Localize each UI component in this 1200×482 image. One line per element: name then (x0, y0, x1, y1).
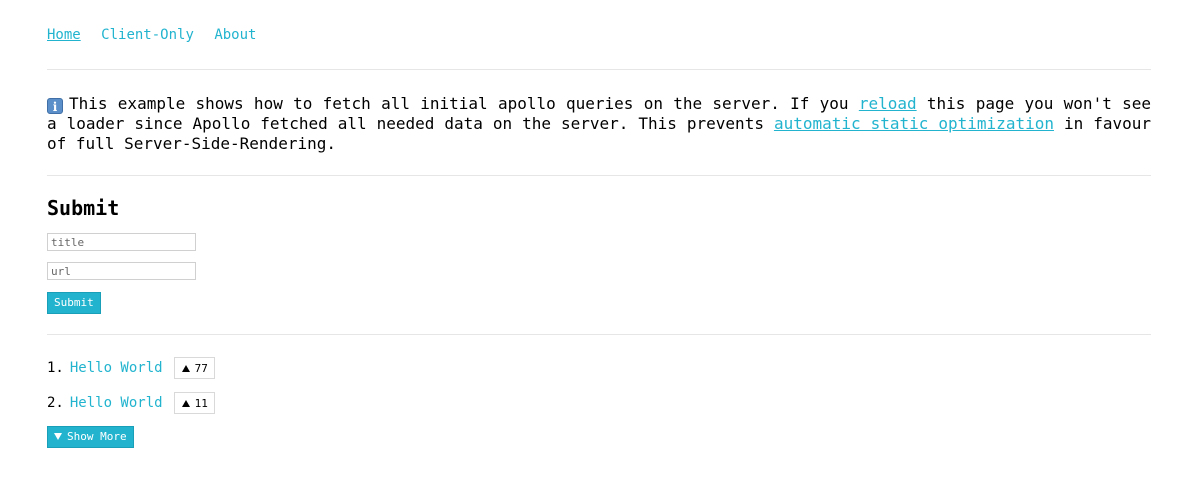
nav-divider (47, 69, 1151, 70)
post-index: 2. (47, 395, 64, 411)
post-title-link[interactable]: Hello World (70, 360, 163, 376)
form-divider (47, 334, 1151, 335)
url-input[interactable] (47, 262, 196, 280)
info-divider (47, 175, 1151, 176)
triangle-down-icon (54, 433, 62, 440)
submit-button[interactable]: Submit (47, 292, 101, 314)
triangle-up-icon (181, 399, 190, 407)
info-banner: i This example shows how to fetch all ini… (47, 94, 1151, 154)
upvote-button[interactable]: 11 (173, 392, 215, 414)
nav-link-client-only[interactable]: Client-Only (101, 27, 194, 43)
show-more-button[interactable]: Show More (47, 426, 134, 448)
post-index: 1. (47, 360, 64, 376)
vote-count: 11 (194, 396, 208, 410)
info-text-start: This example shows how to fetch all init… (69, 94, 859, 113)
show-more-label: Show More (67, 430, 127, 443)
vote-count: 77 (194, 361, 208, 375)
nav-link-about[interactable]: About (214, 27, 256, 43)
title-input[interactable] (47, 233, 196, 251)
upvote-button[interactable]: 77 (173, 357, 215, 379)
post-list-item: 2. Hello World 11 (47, 391, 215, 415)
automatic-static-optimization-link[interactable]: automatic static optimization (774, 114, 1054, 133)
post-title-link[interactable]: Hello World (70, 395, 163, 411)
post-list-item: 1. Hello World 77 (47, 356, 215, 380)
submit-heading: Submit (47, 196, 120, 220)
info-icon: i (47, 98, 63, 114)
nav-link-home[interactable]: Home (47, 27, 81, 43)
main-nav: Home Client-Only About (47, 26, 268, 44)
reload-link[interactable]: reload (859, 94, 917, 113)
triangle-up-icon (181, 364, 190, 372)
